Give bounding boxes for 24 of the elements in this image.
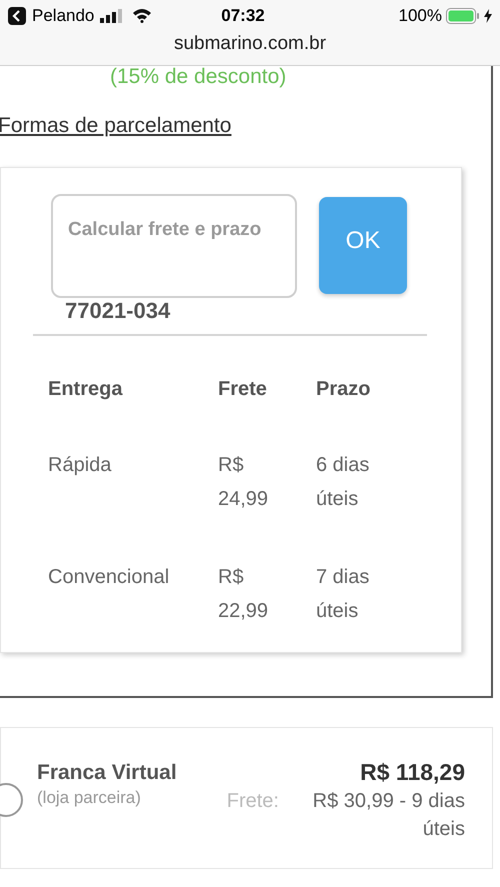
clock: 07:32 (220, 4, 266, 27)
column-header: Frete (218, 376, 268, 402)
table-cell-text: R$ 24,99 (218, 452, 270, 512)
table-cell-text: 7 dias úteis (316, 564, 370, 624)
table-cell-text: 6 dias úteis (316, 452, 370, 512)
charging-icon (484, 8, 492, 22)
freight-value: R$ 30,99 - 9 dias úteis (312, 789, 465, 842)
back-app-label[interactable]: Pelando (32, 2, 94, 28)
column-header: Entrega (48, 376, 124, 402)
battery-percentage: 100% (398, 4, 442, 27)
address-bar[interactable]: submarino.com.br (0, 31, 500, 66)
table-cell-text: R$ 22,99 (218, 564, 270, 624)
wifi-icon (132, 8, 152, 23)
battery-icon (446, 8, 480, 24)
table-cell-text: Convencional (48, 564, 170, 590)
freight-label: Frete: (226, 789, 279, 814)
column-header: Prazo (316, 376, 372, 402)
seller-name: Franca Virtual (37, 760, 177, 786)
price: R$ 118,29 (360, 758, 465, 787)
table-cell-text: Rápida (48, 452, 112, 478)
zip-code-value: 77021-034 (65, 298, 172, 324)
discount-label: (15% de desconto) (110, 66, 288, 88)
seller-note: (loja parceira) (37, 787, 142, 809)
installments-link[interactable]: Formas de parcelamento (0, 110, 491, 142)
